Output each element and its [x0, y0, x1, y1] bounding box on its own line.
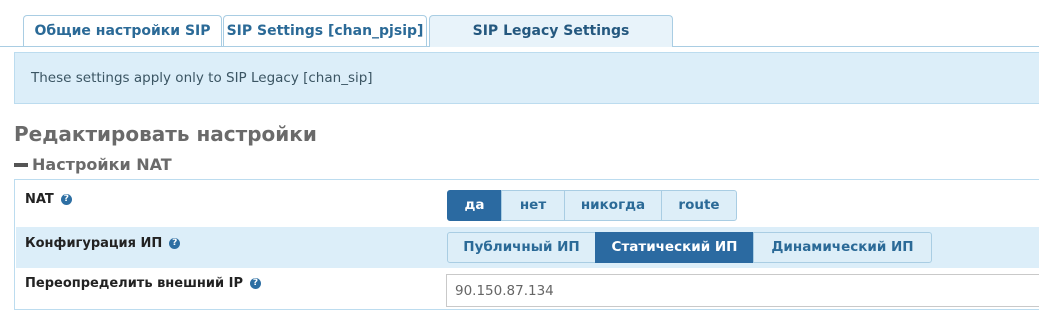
nat-option-group: да нет никогда route [447, 190, 737, 221]
nat-option-never[interactable]: никогда [564, 190, 662, 221]
info-message: These settings apply only to SIP Legacy … [14, 52, 1039, 104]
ip-config-label: Конфигурация ИП [25, 236, 163, 251]
ip-config-option-public[interactable]: Публичный ИП [447, 232, 596, 263]
setting-label-ip-config: Конфигурация ИП ? [25, 236, 181, 251]
external-ip-input[interactable] [446, 274, 1039, 307]
help-icon[interactable]: ? [60, 194, 72, 205]
tab-sip-settings-pjsip[interactable]: SIP Settings [chan_pjsip] [223, 15, 427, 46]
ip-config-option-static[interactable]: Статический ИП [595, 232, 754, 263]
setting-row-ip-config: Конфигурация ИП ? Публичный ИП Статическ… [16, 227, 1039, 268]
external-ip-label: Переопределить внешний IP [25, 276, 244, 291]
setting-label-nat: NAT ? [25, 192, 72, 207]
tab-sip-legacy-settings[interactable]: SIP Legacy Settings [chan_sip] [429, 15, 673, 70]
setting-row-nat: NAT ? да нет никогда route [16, 180, 1039, 221]
section-title: Настройки NAT [32, 155, 172, 174]
page-title: Редактировать настройки [14, 122, 317, 146]
help-icon[interactable]: ? [169, 238, 181, 249]
nat-settings-panel: NAT ? да нет никогда route Конфигурация … [14, 179, 1039, 310]
nat-option-route[interactable]: route [661, 190, 737, 221]
section-header-nat[interactable]: Настройки NAT [14, 155, 172, 174]
ip-config-option-dynamic[interactable]: Динамический ИП [753, 232, 932, 263]
tab-general-sip-settings[interactable]: Общие настройки SIP [23, 15, 222, 46]
setting-label-external-ip: Переопределить внешний IP ? [25, 276, 262, 291]
help-icon[interactable]: ? [250, 278, 262, 289]
tab-bar: Общие настройки SIP SIP Settings [chan_p… [0, 0, 1039, 70]
nat-label: NAT [25, 192, 54, 207]
minus-icon[interactable] [14, 162, 28, 167]
ip-config-option-group: Публичный ИП Статический ИП Динамический… [447, 232, 932, 263]
nat-option-yes[interactable]: да [447, 190, 502, 221]
nat-option-no[interactable]: нет [501, 190, 565, 221]
